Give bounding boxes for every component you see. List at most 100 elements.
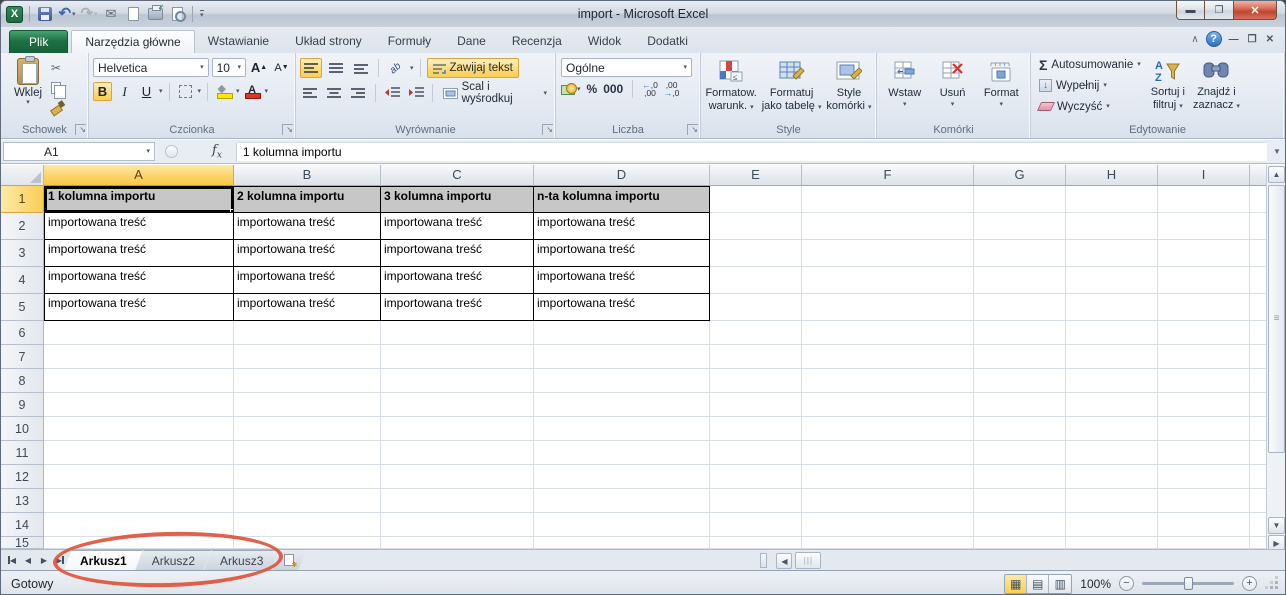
- last-sheet-icon[interactable]: ▶: [53, 553, 67, 568]
- cell-F12[interactable]: [802, 465, 974, 489]
- cell-B13[interactable]: [234, 489, 381, 513]
- cell-H6[interactable]: [1066, 321, 1158, 345]
- row-header-8[interactable]: 8: [1, 369, 44, 393]
- cell-F11[interactable]: [802, 441, 974, 465]
- align-center-button[interactable]: [324, 83, 345, 103]
- number-format-select[interactable]: Ogólne▾: [561, 58, 692, 77]
- cell-F4[interactable]: [802, 267, 974, 294]
- cell-B8[interactable]: [234, 369, 381, 393]
- cell-G13[interactable]: [974, 489, 1066, 513]
- cell-H8[interactable]: [1066, 369, 1158, 393]
- select-all-button[interactable]: [1, 165, 44, 186]
- tab-home[interactable]: Narzędzia główne: [71, 30, 194, 53]
- cell-E4[interactable]: [710, 267, 802, 294]
- save-icon[interactable]: [36, 5, 54, 23]
- page-break-view-button[interactable]: ▥: [1049, 575, 1071, 593]
- cell-F9[interactable]: [802, 393, 974, 417]
- cell-C5[interactable]: importowana treść: [381, 294, 534, 321]
- row-header-5[interactable]: 5: [1, 294, 44, 321]
- cell-B7[interactable]: [234, 345, 381, 369]
- cell-I8[interactable]: [1158, 369, 1250, 393]
- tab-view[interactable]: Widok: [575, 30, 634, 53]
- cell-D11[interactable]: [534, 441, 710, 465]
- cell-C6[interactable]: [381, 321, 534, 345]
- row-header-4[interactable]: 4: [1, 267, 44, 294]
- cell-E15[interactable]: [710, 537, 802, 549]
- column-header-G[interactable]: G: [974, 165, 1066, 186]
- cell-E9[interactable]: [710, 393, 802, 417]
- tab-page-layout[interactable]: Układ strony: [282, 30, 375, 53]
- cell-A12[interactable]: [44, 465, 234, 489]
- shrink-font-button[interactable]: A▼: [272, 58, 291, 77]
- excel-logo-icon[interactable]: X: [6, 6, 23, 23]
- cell-G9[interactable]: [974, 393, 1066, 417]
- help-icon[interactable]: ?: [1206, 31, 1222, 47]
- cell-F6[interactable]: [802, 321, 974, 345]
- wrap-text-button[interactable]: Zawijaj tekst: [427, 58, 519, 78]
- font-color-button[interactable]: A: [243, 82, 262, 101]
- cell-H4[interactable]: [1066, 267, 1158, 294]
- row-header-2[interactable]: 2: [1, 213, 44, 240]
- tab-data[interactable]: Dane: [444, 30, 499, 53]
- print-preview-icon[interactable]: [168, 5, 186, 23]
- format-cells-button[interactable]: Format ▾: [984, 57, 1019, 122]
- cell-I15[interactable]: [1158, 537, 1250, 549]
- cell-I6[interactable]: [1158, 321, 1250, 345]
- cell-I12[interactable]: [1158, 465, 1250, 489]
- cell-G11[interactable]: [974, 441, 1066, 465]
- cell-B6[interactable]: [234, 321, 381, 345]
- cell-H3[interactable]: [1066, 240, 1158, 267]
- row-header-9[interactable]: 9: [1, 393, 44, 417]
- row-header-13[interactable]: 13: [1, 489, 44, 513]
- cell-B4[interactable]: importowana treść: [234, 267, 381, 294]
- row-header-10[interactable]: 10: [1, 417, 44, 441]
- currency-button[interactable]: ▾: [561, 83, 581, 96]
- cell-B15[interactable]: [234, 537, 381, 549]
- cell-E13[interactable]: [710, 489, 802, 513]
- cell-E2[interactable]: [710, 213, 802, 240]
- align-left-button[interactable]: [300, 83, 321, 103]
- row-header-7[interactable]: 7: [1, 345, 44, 369]
- first-sheet-icon[interactable]: ◀: [5, 553, 19, 568]
- cell-D13[interactable]: [534, 489, 710, 513]
- cell-E3[interactable]: [710, 240, 802, 267]
- thousands-button[interactable]: 000: [603, 82, 623, 96]
- cell-C11[interactable]: [381, 441, 534, 465]
- scroll-down-icon[interactable]: ▼: [1268, 517, 1285, 534]
- page-layout-view-button[interactable]: ▤: [1027, 575, 1049, 593]
- column-header-I[interactable]: I: [1158, 165, 1250, 186]
- cell-H11[interactable]: [1066, 441, 1158, 465]
- cell-C12[interactable]: [381, 465, 534, 489]
- cell-F8[interactable]: [802, 369, 974, 393]
- column-header-C[interactable]: C: [381, 165, 534, 186]
- cell-I14[interactable]: [1158, 513, 1250, 537]
- cell-I9[interactable]: [1158, 393, 1250, 417]
- cell-H14[interactable]: [1066, 513, 1158, 537]
- cell-I4[interactable]: [1158, 267, 1250, 294]
- align-top-button[interactable]: [300, 58, 322, 78]
- quick-print-icon[interactable]: [146, 5, 164, 23]
- zoom-level[interactable]: 100%: [1080, 577, 1111, 591]
- prev-sheet-icon[interactable]: ◀: [21, 553, 35, 568]
- cell-G3[interactable]: [974, 240, 1066, 267]
- cell-I10[interactable]: [1158, 417, 1250, 441]
- cell-B12[interactable]: [234, 465, 381, 489]
- fill-button[interactable]: ↓Wypełnij▾: [1039, 77, 1141, 94]
- cell-G15[interactable]: [974, 537, 1066, 549]
- tab-review[interactable]: Recenzja: [499, 30, 575, 53]
- cell-E5[interactable]: [710, 294, 802, 321]
- cell-C13[interactable]: [381, 489, 534, 513]
- cell-F10[interactable]: [802, 417, 974, 441]
- cell-A7[interactable]: [44, 345, 234, 369]
- conditional-formatting-button[interactable]: ≤ Formatow. warunk. ▾: [705, 57, 756, 122]
- cell-E1[interactable]: [710, 186, 802, 213]
- merge-center-button[interactable]: Scal i wyśrodkuj▾: [439, 83, 551, 103]
- cell-I2[interactable]: [1158, 213, 1250, 240]
- cell-G8[interactable]: [974, 369, 1066, 393]
- cell-G4[interactable]: [974, 267, 1066, 294]
- workbook-restore-icon[interactable]: ❐: [1248, 34, 1258, 45]
- underline-button[interactable]: U: [137, 82, 156, 101]
- zoom-slider-thumb[interactable]: [1184, 577, 1193, 590]
- row-header-12[interactable]: 12: [1, 465, 44, 489]
- cell-C9[interactable]: [381, 393, 534, 417]
